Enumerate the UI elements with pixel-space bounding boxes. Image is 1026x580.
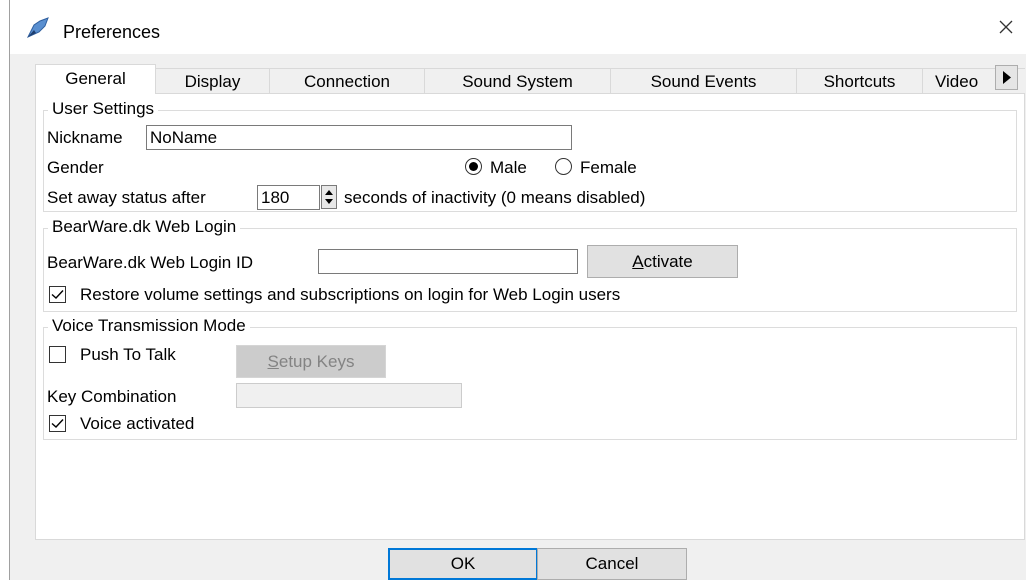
title-bar: Preferences [10,0,1026,54]
tab-shortcuts[interactable]: Shortcuts [796,68,923,94]
away-seconds-input[interactable]: 180 [257,185,320,210]
tab-label: Video [935,72,979,91]
tab-connection[interactable]: Connection [269,68,425,94]
tab-sound-events[interactable]: Sound Events [610,68,797,94]
group-title: User Settings [48,99,159,119]
user-settings-group: User Settings Nickname NoName Gender Mal… [43,99,1017,212]
activate-label: ctivate [643,252,693,271]
general-panel: User Settings Nickname NoName Gender Mal… [35,93,1025,540]
voice-activated-label: Voice activated [80,414,195,433]
checkmark-icon [51,419,64,428]
checkmark-icon [51,290,64,299]
tab-sound-system[interactable]: Sound System [424,68,611,94]
voice-transmission-group: Voice Transmission Mode Push To Talk Set… [43,316,1017,440]
away-status-suffix: seconds of inactivity (0 means disabled) [344,188,646,207]
group-title: BearWare.dk Web Login [48,217,241,237]
voice-activated-checkbox[interactable] [49,415,66,432]
activate-button[interactable]: Activate [587,245,738,278]
nickname-input[interactable]: NoName [146,125,572,150]
setup-keys-button[interactable]: Setup Keys [236,345,386,378]
key-combination-input[interactable] [236,383,462,408]
cancel-button[interactable]: Cancel [537,548,687,580]
push-to-talk-label: Push To Talk [80,345,176,364]
push-to-talk-checkbox[interactable] [49,346,66,363]
tab-scroll-button[interactable] [995,65,1018,90]
window-title: Preferences [63,22,161,42]
tab-display[interactable]: Display [155,68,270,94]
tab-label: Sound System [462,72,573,91]
tab-label: Shortcuts [823,72,896,91]
spin-arrows-icon [325,190,333,204]
setup-keys-label: etup Keys [278,352,355,371]
gender-label: Gender [47,158,104,177]
tab-label: Connection [303,72,390,91]
preferences-dialog: Preferences General Display Connection S… [9,0,1026,580]
restore-settings-checkbox[interactable] [49,286,66,303]
gender-female-label: Female [580,158,637,177]
tab-strip: General Display Connection Sound System … [35,64,1025,94]
activate-mnemonic: A [632,252,644,271]
setup-keys-mnemonic: S [267,352,279,371]
away-seconds-spinner[interactable] [321,185,337,209]
tab-general[interactable]: General [35,64,156,94]
tab-label: General [65,69,126,88]
app-icon [26,17,49,39]
tab-label: Sound Events [650,72,757,91]
close-icon[interactable] [992,13,1020,41]
web-login-id-input[interactable] [318,249,578,274]
gender-male-label: Male [490,158,527,177]
key-combination-label: Key Combination [47,387,177,406]
tab-label: Display [184,72,241,91]
tab-scroll-right-icon [1003,71,1011,84]
away-status-prefix: Set away status after [47,188,206,207]
ok-button[interactable]: OK [388,548,538,580]
restore-settings-label: Restore volume settings and subscription… [80,285,621,304]
gender-female-radio[interactable] [555,158,572,175]
group-title: Voice Transmission Mode [48,316,250,336]
web-login-group: BearWare.dk Web Login BearWare.dk Web Lo… [43,217,1017,312]
nickname-label: Nickname [47,128,123,147]
gender-male-radio[interactable] [465,158,482,175]
web-login-id-label: BearWare.dk Web Login ID [47,253,253,272]
